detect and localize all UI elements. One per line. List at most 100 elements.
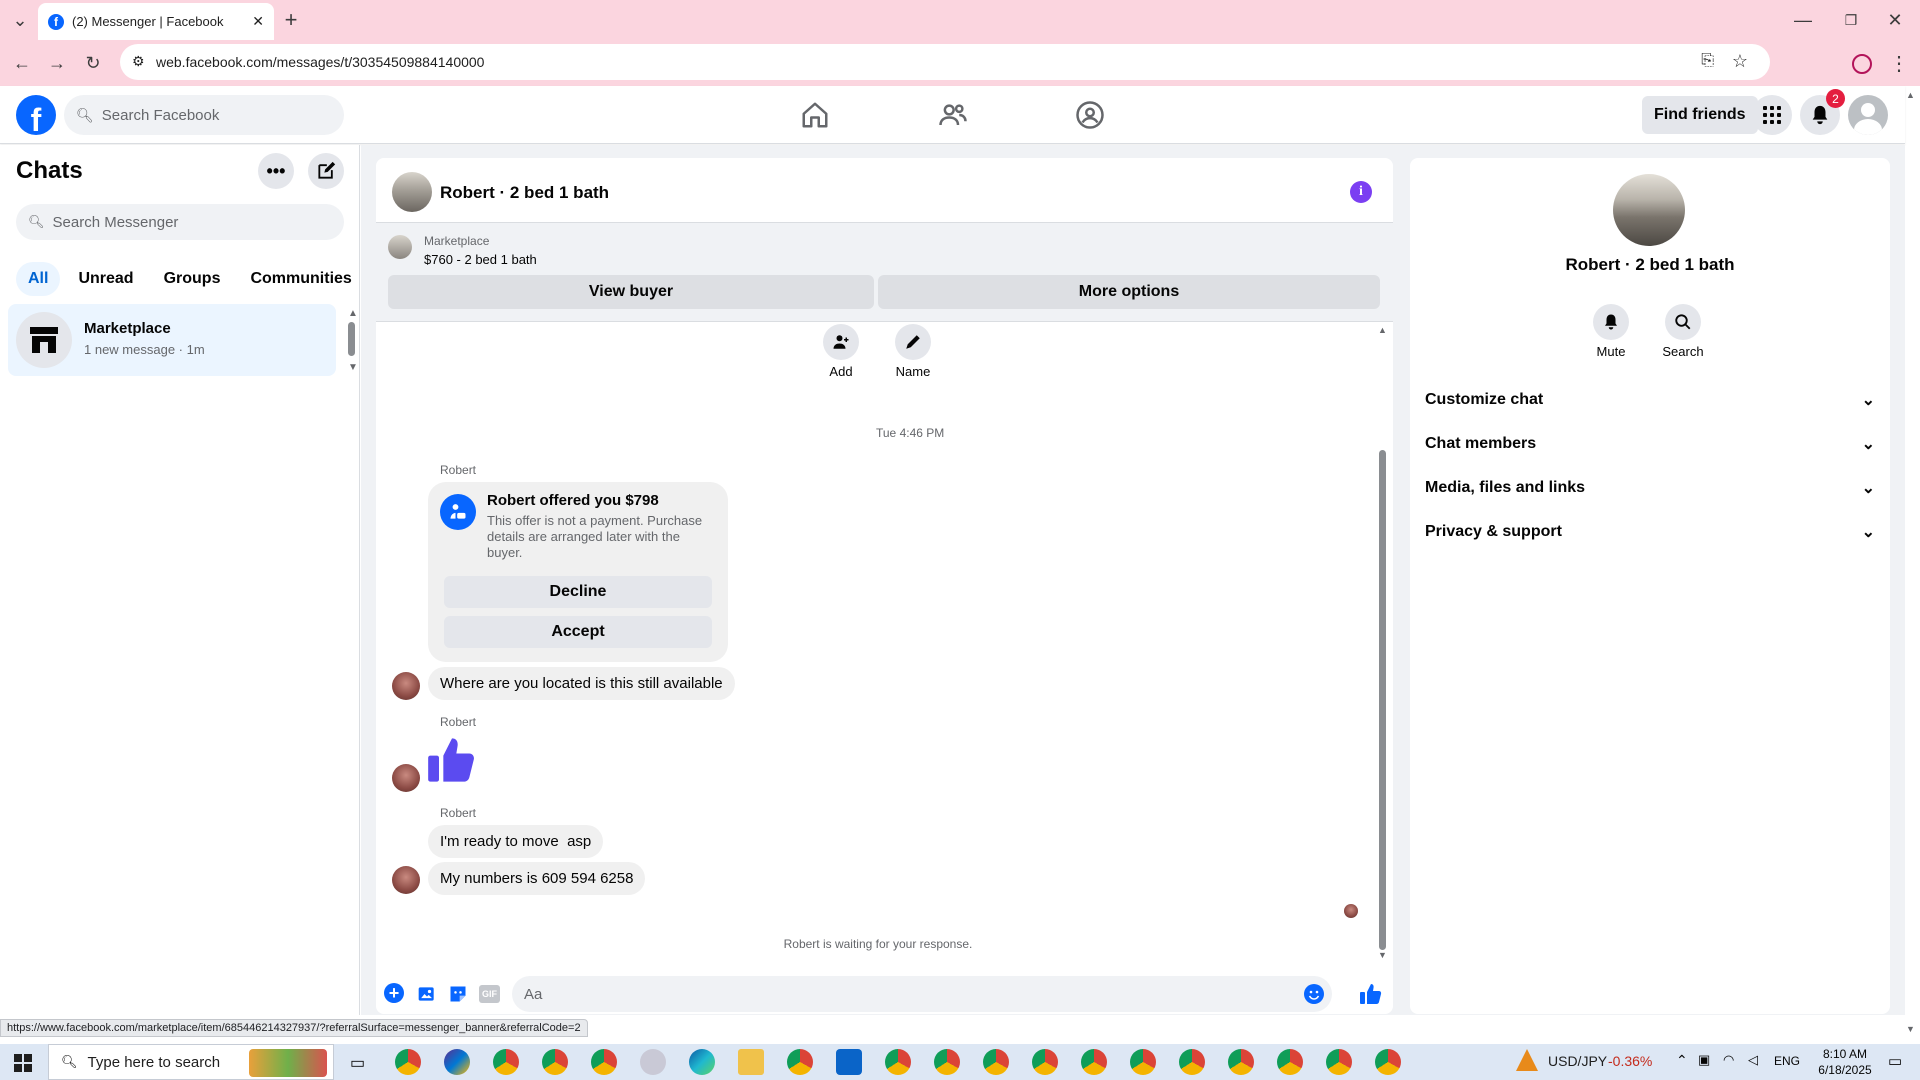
browser-menu-icon[interactable]: ⋮	[1884, 48, 1914, 78]
chrome-app-icon[interactable]	[1179, 1049, 1205, 1075]
new-tab-icon[interactable]: +	[276, 5, 306, 35]
task-view-icon[interactable]: ▭	[350, 1053, 365, 1073]
ticker-symbol[interactable]: USD/JPY	[1548, 1053, 1607, 1069]
reload-icon[interactable]: ↻	[78, 48, 108, 78]
browser-tab[interactable]: f (2) Messenger | Facebook ✕	[38, 3, 274, 40]
new-message-icon[interactable]	[308, 153, 344, 189]
bookmark-star-icon[interactable]: ☆	[1732, 51, 1748, 72]
chrome-app-icon[interactable]	[1081, 1049, 1107, 1075]
wifi-icon[interactable]: ◠	[1723, 1052, 1734, 1068]
attach-image-icon[interactable]	[417, 984, 437, 1009]
ticker-change[interactable]: -0.36%	[1608, 1053, 1652, 1069]
outlook-app-icon[interactable]	[836, 1049, 862, 1075]
back-icon[interactable]: ←	[7, 48, 37, 78]
copilot-app-icon[interactable]	[444, 1049, 470, 1075]
more-options-button[interactable]: More options	[878, 275, 1380, 309]
menu-grid-icon[interactable]	[1752, 95, 1792, 135]
chrome-app-icon[interactable]	[983, 1049, 1009, 1075]
chrome-app-icon[interactable]	[591, 1049, 617, 1075]
more-actions-plus-icon[interactable]: +	[384, 983, 404, 1003]
emoji-icon[interactable]	[1304, 984, 1324, 1004]
chrome-app-icon[interactable]	[1375, 1049, 1401, 1075]
chat-scrollbar[interactable]	[1379, 450, 1386, 950]
message-input[interactable]: Aa	[512, 976, 1332, 1012]
facebook-search-input[interactable]: 🔍︎ Search Facebook	[64, 95, 344, 135]
listing-thumbnail[interactable]	[388, 235, 412, 259]
url-field[interactable]: ⚙ web.facebook.com/messages/t/3035450988…	[120, 44, 1770, 80]
section-chat-members[interactable]: Chat members ⌄	[1425, 434, 1875, 454]
accept-button[interactable]: Accept	[444, 616, 712, 648]
chat-list-item-marketplace[interactable]: Marketplace 1 new message · 1m	[8, 304, 336, 376]
chat-header-avatar[interactable]	[392, 172, 432, 212]
chrome-app-icon[interactable]	[787, 1049, 813, 1075]
page-scroll-down-icon[interactable]: ▼	[1906, 1024, 1915, 1034]
sidebar-scroll-up-icon[interactable]: ▲	[348, 308, 358, 319]
notification-center-icon[interactable]: ▭	[1888, 1052, 1902, 1070]
chrome-app-icon[interactable]	[542, 1049, 568, 1075]
clock-time[interactable]: 8:10 AM	[1810, 1047, 1880, 1061]
filter-unread[interactable]: Unread	[66, 262, 145, 296]
groups-nav-icon[interactable]	[1075, 100, 1105, 135]
sidebar-scrollbar[interactable]	[348, 322, 355, 356]
profile-photo[interactable]	[1613, 174, 1685, 246]
chrome-app-icon[interactable]	[1228, 1049, 1254, 1075]
chat-scroll-up-icon[interactable]: ▲	[1378, 325, 1387, 335]
sidebar-scroll-down-icon[interactable]: ▼	[348, 362, 358, 373]
decline-button[interactable]: Decline	[444, 576, 712, 608]
find-friends-button[interactable]: Find friends	[1642, 96, 1758, 134]
facebook-logo-icon[interactable]: f	[16, 95, 56, 135]
mute-bell-icon[interactable]	[1593, 304, 1629, 340]
chrome-app-icon[interactable]	[934, 1049, 960, 1075]
chat-title[interactable]: Robert · 2 bed 1 bath	[440, 183, 609, 203]
section-media-files-links[interactable]: Media, files and links ⌄	[1425, 478, 1875, 498]
file-explorer-icon[interactable]	[738, 1049, 764, 1075]
language-indicator[interactable]: ENG	[1774, 1054, 1800, 1068]
add-person-icon[interactable]	[823, 324, 859, 360]
filter-all[interactable]: All	[16, 262, 61, 296]
message-bubble[interactable]: My numbers is 609 594 6258	[428, 862, 646, 895]
volume-icon[interactable]: ◁	[1748, 1052, 1758, 1068]
friends-nav-icon[interactable]	[938, 100, 968, 135]
chat-scroll-down-icon[interactable]: ▼	[1378, 950, 1387, 960]
view-buyer-button[interactable]: View buyer	[388, 275, 874, 309]
site-info-icon[interactable]: ⚙	[132, 53, 145, 70]
search-conversation-icon[interactable]	[1665, 304, 1701, 340]
tab-search-chevron-icon[interactable]: ⌄	[5, 5, 35, 35]
thumbs-up-sticker-icon[interactable]	[426, 734, 478, 791]
close-tab-icon[interactable]: ✕	[252, 13, 264, 30]
messenger-search-input[interactable]: 🔍︎ Search Messenger	[16, 204, 344, 240]
home-nav-icon[interactable]	[800, 100, 830, 135]
profile-icon[interactable]	[1852, 54, 1872, 74]
edge-app-icon[interactable]	[689, 1049, 715, 1075]
chrome-app-icon[interactable]	[1277, 1049, 1303, 1075]
window-close-icon[interactable]: ✕	[1880, 5, 1910, 35]
taskbar-search-input[interactable]: 🔍︎ Type here to search	[48, 1044, 334, 1080]
filter-groups[interactable]: Groups	[152, 262, 233, 296]
chrome-app-icon[interactable]	[1326, 1049, 1352, 1075]
install-app-icon[interactable]: ⎘	[1701, 52, 1714, 70]
forward-icon[interactable]: →	[42, 48, 72, 78]
gif-icon[interactable]: GIF	[479, 985, 500, 1003]
chrome-app-icon[interactable]	[1032, 1049, 1058, 1075]
sender-avatar[interactable]	[392, 672, 420, 700]
snipping-tool-icon[interactable]	[640, 1049, 666, 1075]
sender-avatar[interactable]	[392, 866, 420, 894]
chrome-app-icon[interactable]	[885, 1049, 911, 1075]
meet-now-icon[interactable]: ▣	[1698, 1052, 1710, 1068]
send-like-icon[interactable]	[1359, 982, 1383, 1011]
sticker-icon[interactable]	[448, 984, 468, 1009]
page-scroll-up-icon[interactable]: ▲	[1906, 90, 1915, 100]
section-customize-chat[interactable]: Customize chat ⌄	[1425, 390, 1875, 410]
conversation-info-icon[interactable]: i	[1350, 181, 1372, 203]
chat-options-icon[interactable]: •••	[258, 153, 294, 189]
account-avatar[interactable]	[1848, 95, 1888, 135]
message-bubble[interactable]: Where are you located is this still avai…	[428, 667, 735, 700]
clock-date[interactable]: 6/18/2025	[1810, 1063, 1880, 1077]
windows-start-icon[interactable]	[14, 1054, 32, 1077]
filter-communities[interactable]: Communities	[238, 262, 363, 296]
chrome-app-icon[interactable]	[493, 1049, 519, 1075]
section-privacy-support[interactable]: Privacy & support ⌄	[1425, 522, 1875, 542]
restore-icon[interactable]: ❐	[1836, 5, 1866, 35]
chrome-app-icon[interactable]	[395, 1049, 421, 1075]
edit-name-icon[interactable]	[895, 324, 931, 360]
